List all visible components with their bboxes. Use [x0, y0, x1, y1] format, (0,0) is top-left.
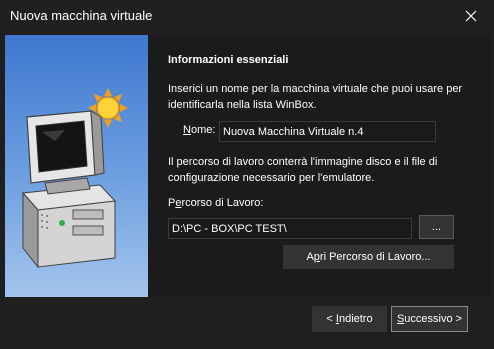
title-bar: Nuova macchina virtuale: [0, 0, 494, 32]
back-button-prefix: <: [326, 313, 336, 325]
open-working-path-button[interactable]: Ap ri Percorso di Lavoro...: [283, 245, 454, 269]
computer-with-sun-icon: [21, 88, 128, 269]
close-button[interactable]: [448, 0, 494, 32]
back-button[interactable]: < Indietro: [312, 306, 387, 332]
open-button-prefix: A: [306, 251, 314, 263]
page-heading: Informazioni essenziali: [168, 54, 289, 66]
close-icon: [465, 10, 477, 22]
name-input-value: Nuova Macchina Virtuale n.4: [223, 125, 364, 138]
path-label-rest: rcorso di Lavoro:: [181, 197, 264, 209]
name-input[interactable]: Nuova Macchina Virtuale n.4: [219, 121, 436, 142]
path-input-value: D:\PC - BOX\PC TEST\: [172, 222, 287, 235]
open-button-rest: ri Percorso di Lavoro...: [319, 251, 431, 263]
intro-text: Inserici un nome per la macchina virtual…: [168, 83, 463, 111]
next-button[interactable]: Successivo >: [391, 306, 468, 332]
name-label: Nome:: [183, 124, 215, 136]
browse-button-label: ...: [431, 221, 442, 233]
window-title: Nuova macchina virtuale: [10, 8, 153, 23]
next-button-mnemonic: S: [396, 313, 405, 325]
path-info-text: Il percorso di lavoro conterrà l'immagin…: [168, 156, 438, 184]
name-label-mnemonic: N: [183, 124, 191, 136]
wizard-banner: [5, 35, 148, 297]
next-button-rest: uccessivo >: [404, 313, 463, 325]
path-input[interactable]: D:\PC - BOX\PC TEST\: [168, 218, 412, 239]
path-label: Percorso di Lavoro:: [168, 197, 263, 209]
back-button-rest: ndietro: [338, 313, 373, 325]
name-label-rest: ome:: [190, 124, 216, 136]
browse-button[interactable]: ...: [419, 215, 454, 239]
